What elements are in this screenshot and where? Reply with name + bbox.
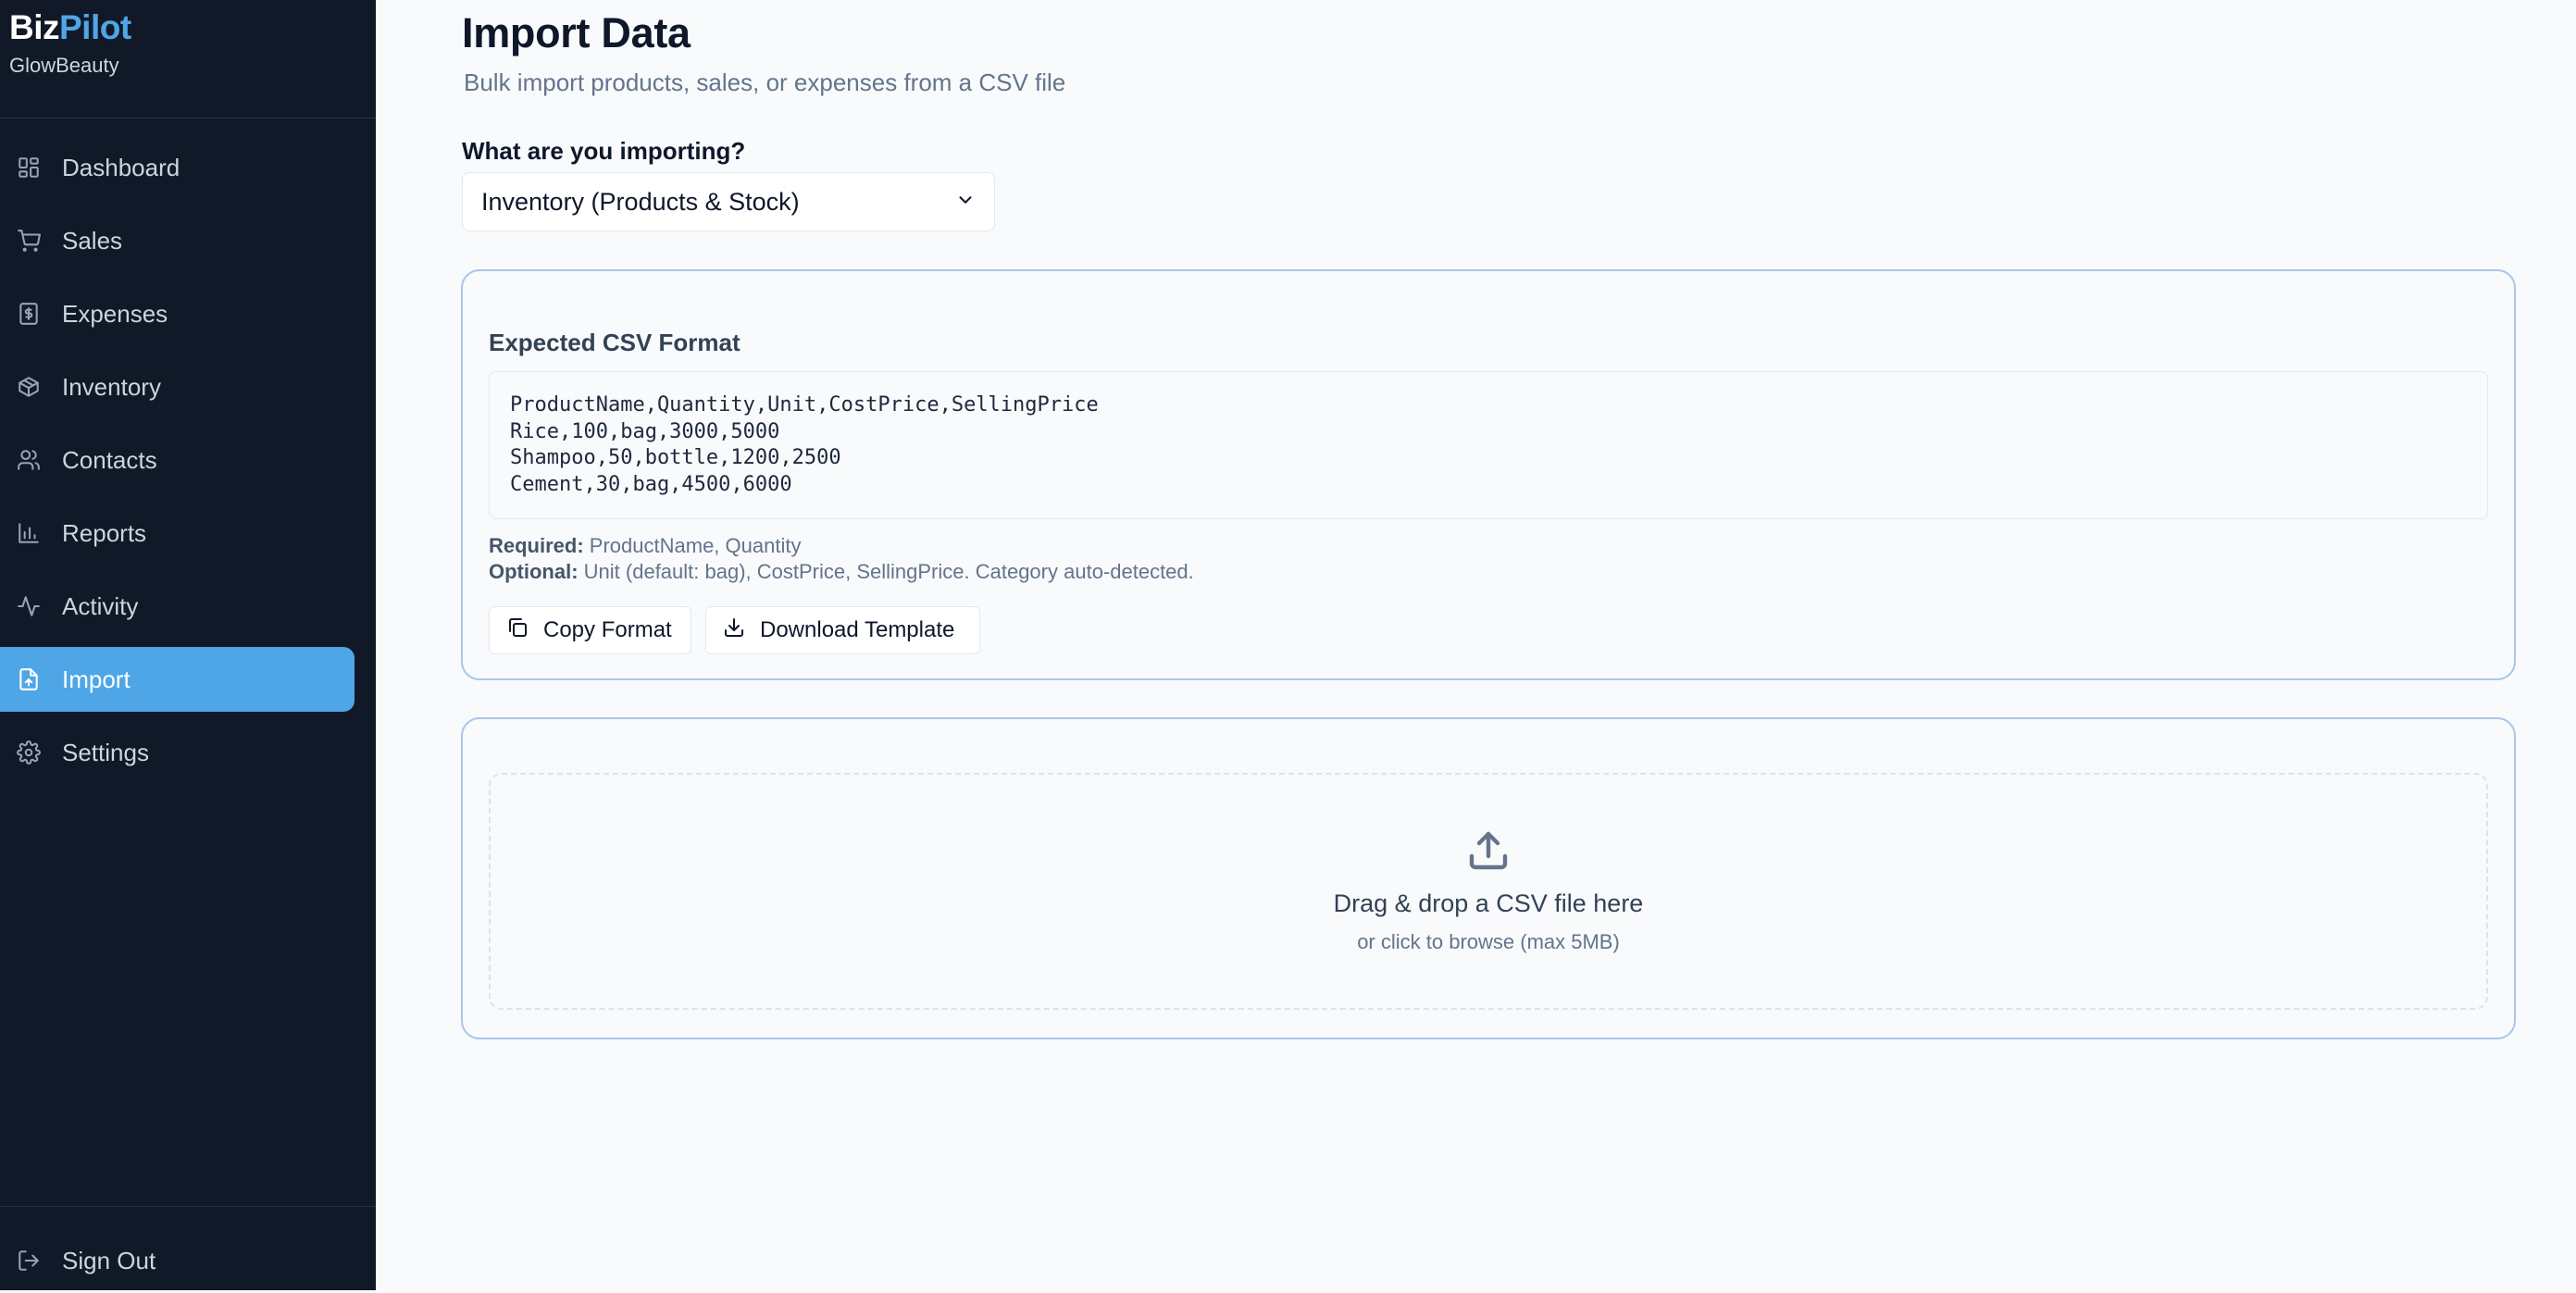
csv-format-title: Expected CSV Format — [489, 329, 740, 356]
sign-out-label: Sign Out — [62, 1246, 156, 1274]
required-text: ProductName, Quantity — [583, 534, 802, 557]
csv-line: Cement,30,bag,4500,6000 — [510, 472, 792, 496]
sidebar-item-label: Import — [62, 665, 131, 693]
sidebar-item-dashboard[interactable]: Dashboard — [0, 135, 355, 200]
sidebar-item-import[interactable]: Import — [0, 647, 355, 712]
required-fields: Required: ProductName, Quantity — [489, 533, 1194, 559]
sidebar-bottom-divider — [0, 1206, 376, 1207]
activity-icon — [17, 594, 41, 618]
users-icon — [17, 448, 41, 472]
sidebar-item-activity[interactable]: Activity — [0, 574, 355, 639]
csv-line: Shampoo,50,bottle,1200,2500 — [510, 446, 841, 469]
optional-fields: Optional: Unit (default: bag), CostPrice… — [489, 559, 1194, 585]
box-icon — [17, 375, 41, 399]
copy-format-button[interactable]: Copy Format — [489, 606, 691, 654]
sidebar-item-label: Contacts — [62, 445, 157, 474]
dropzone-title: Drag & drop a CSV file here — [1333, 889, 1644, 917]
brand: BizPilot GlowBeauty — [9, 6, 131, 78]
page-title: Import Data — [462, 9, 691, 56]
csv-dropzone[interactable]: Drag & drop a CSV file here or click to … — [489, 773, 2488, 1010]
copy-format-label: Copy Format — [543, 617, 672, 642]
sidebar-item-label: Sales — [62, 226, 123, 255]
dropzone-subtitle: or click to browse (max 5MB) — [1357, 930, 1620, 953]
receipt-dollar-icon — [17, 302, 41, 326]
app-logo[interactable]: BizPilot — [9, 6, 131, 50]
bar-chart-icon — [17, 521, 41, 545]
file-upload-icon — [17, 667, 41, 691]
cart-icon — [17, 229, 41, 253]
csv-line: ProductName,Quantity,Unit,CostPrice,Sell… — [510, 393, 1099, 416]
csv-line: Rice,100,bag,3000,5000 — [510, 419, 780, 443]
sidebar-item-inventory[interactable]: Inventory — [0, 354, 355, 419]
sidebar-item-label: Activity — [62, 591, 139, 620]
import-type-label: What are you importing? — [462, 137, 746, 165]
optional-label: Optional: — [489, 560, 579, 583]
dashboard-icon — [17, 155, 41, 180]
sidebar-item-reports[interactable]: Reports — [0, 501, 355, 566]
download-icon — [723, 616, 760, 645]
optional-text: Unit (default: bag), CostPrice, SellingP… — [578, 560, 1194, 583]
sidebar-item-label: Settings — [62, 738, 149, 766]
sidebar-item-contacts[interactable]: Contacts — [0, 428, 355, 492]
download-template-button[interactable]: Download Template — [705, 606, 980, 654]
log-out-icon — [17, 1249, 41, 1273]
download-template-label: Download Template — [760, 617, 955, 642]
csv-format-card: Expected CSV Format ProductName,Quantity… — [461, 269, 2516, 680]
csv-format-code: ProductName,Quantity,Unit,CostPrice,Sell… — [489, 371, 2488, 519]
sidebar-item-label: Reports — [62, 518, 147, 547]
copy-icon — [506, 616, 543, 645]
page-subtitle: Bulk import products, sales, or expenses… — [464, 68, 1066, 96]
import-type-selected: Inventory (Products & Stock) — [481, 187, 800, 216]
sidebar-item-label: Dashboard — [62, 153, 180, 181]
gear-icon — [17, 740, 41, 765]
sidebar: BizPilot GlowBeauty Dashboard Sales Expe… — [0, 0, 376, 1290]
sidebar-item-sales[interactable]: Sales — [0, 208, 355, 273]
chevron-down-icon — [955, 188, 976, 217]
required-label: Required: — [489, 534, 584, 557]
sidebar-item-expenses[interactable]: Expenses — [0, 281, 355, 346]
sidebar-item-label: Expenses — [62, 299, 168, 328]
sidebar-item-label: Inventory — [62, 372, 161, 401]
sign-out-button[interactable]: Sign Out — [0, 1228, 376, 1293]
upload-card: Drag & drop a CSV file here or click to … — [461, 717, 2516, 1039]
main-content: Import Data Bulk import products, sales,… — [376, 0, 2576, 1290]
field-requirements: Required: ProductName, Quantity Optional… — [489, 533, 1194, 585]
upload-icon — [1466, 828, 1511, 873]
sidebar-item-settings[interactable]: Settings — [0, 720, 355, 785]
workspace-name: GlowBeauty — [9, 54, 119, 77]
sidebar-nav: Dashboard Sales Expenses Inventory Conta… — [0, 135, 376, 793]
import-type-select[interactable]: Inventory (Products & Stock) — [462, 172, 995, 231]
